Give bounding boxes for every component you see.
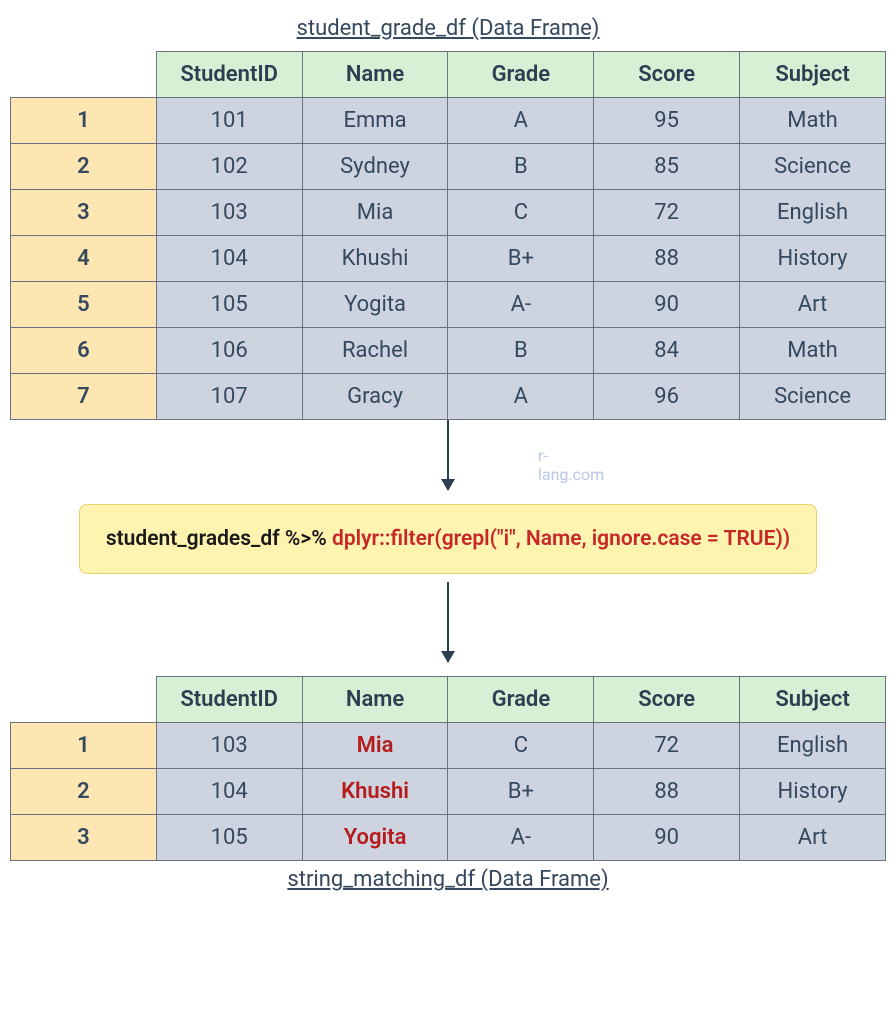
cell-studentid: 107 — [156, 374, 302, 420]
col-header: Name — [302, 52, 448, 98]
cell-subject: History — [740, 236, 886, 282]
cell-grade: A — [448, 374, 594, 420]
col-header: Subject — [740, 677, 886, 723]
cell-grade: A- — [448, 282, 594, 328]
result-table-caption: string_matching_df (Data Frame) — [287, 867, 608, 892]
cell-name: Khushi — [302, 236, 448, 282]
col-header: StudentID — [156, 52, 302, 98]
cell-score: 72 — [594, 190, 740, 236]
arrow-1-container: r-lang.com — [447, 420, 449, 490]
col-header: StudentID — [156, 677, 302, 723]
cell-grade: A — [448, 98, 594, 144]
cell-score: 72 — [594, 723, 740, 769]
source-table: StudentID Name Grade Score Subject 1101E… — [10, 51, 886, 420]
cell-subject: Science — [740, 374, 886, 420]
source-table-caption: student_grade_df (Data Frame) — [297, 16, 600, 41]
row-index: 3 — [11, 190, 157, 236]
cell-subject: English — [740, 190, 886, 236]
col-header: Grade — [448, 677, 594, 723]
cell-name: Gracy — [302, 374, 448, 420]
row-index: 6 — [11, 328, 157, 374]
cell-grade: B — [448, 328, 594, 374]
table-row: 2102SydneyB85Science — [11, 144, 886, 190]
cell-grade: C — [448, 723, 594, 769]
cell-studentid: 101 — [156, 98, 302, 144]
cell-score: 90 — [594, 815, 740, 861]
table-row: 1103MiaC72English — [11, 723, 886, 769]
col-header: Score — [594, 52, 740, 98]
cell-score: 96 — [594, 374, 740, 420]
code-prefix: student_grades_df %>% — [106, 527, 332, 551]
watermark-text: r-lang.com — [538, 446, 604, 484]
row-index: 2 — [11, 144, 157, 190]
cell-grade: C — [448, 190, 594, 236]
cell-subject: Math — [740, 98, 886, 144]
cell-name: Sydney — [302, 144, 448, 190]
cell-subject: Art — [740, 282, 886, 328]
cell-studentid: 106 — [156, 328, 302, 374]
cell-studentid: 104 — [156, 236, 302, 282]
cell-studentid: 104 — [156, 769, 302, 815]
cell-name: Mia — [302, 723, 448, 769]
cell-grade: A- — [448, 815, 594, 861]
row-index: 7 — [11, 374, 157, 420]
cell-score: 84 — [594, 328, 740, 374]
arrow-down-icon — [447, 582, 449, 662]
cell-grade: B+ — [448, 769, 594, 815]
code-expression: student_grades_df %>% dplyr::filter(grep… — [79, 504, 817, 574]
code-filter: dplyr::filter(grepl("i", Name, ignore.ca… — [332, 527, 790, 551]
table-row: 3105YogitaA-90Art — [11, 815, 886, 861]
cell-grade: B+ — [448, 236, 594, 282]
cell-name: Yogita — [302, 282, 448, 328]
cell-score: 88 — [594, 769, 740, 815]
cell-subject: English — [740, 723, 886, 769]
cell-grade: B — [448, 144, 594, 190]
cell-score: 95 — [594, 98, 740, 144]
table-row: 3103MiaC72English — [11, 190, 886, 236]
table-row: 5105YogitaA-90Art — [11, 282, 886, 328]
cell-score: 88 — [594, 236, 740, 282]
cell-score: 85 — [594, 144, 740, 190]
table-row: 2104KhushiB+88History — [11, 769, 886, 815]
diagram-root: student_grade_df (Data Frame) StudentID … — [10, 10, 886, 902]
cell-subject: Math — [740, 328, 886, 374]
cell-score: 90 — [594, 282, 740, 328]
row-index: 1 — [11, 723, 157, 769]
table-row: 6106RachelB84Math — [11, 328, 886, 374]
col-header: Grade — [448, 52, 594, 98]
col-header: Subject — [740, 52, 886, 98]
table-row: 4104KhushiB+88History — [11, 236, 886, 282]
cell-name: Mia — [302, 190, 448, 236]
result-table: StudentID Name Grade Score Subject 1103M… — [10, 676, 886, 861]
row-index: 2 — [11, 769, 157, 815]
cell-studentid: 105 — [156, 815, 302, 861]
cell-subject: Science — [740, 144, 886, 190]
row-index: 3 — [11, 815, 157, 861]
row-index: 1 — [11, 98, 157, 144]
cell-name: Yogita — [302, 815, 448, 861]
cell-studentid: 102 — [156, 144, 302, 190]
row-index: 5 — [11, 282, 157, 328]
cell-name: Khushi — [302, 769, 448, 815]
result-tbody: 1103MiaC72English2104KhushiB+88History31… — [11, 723, 886, 861]
col-header: Score — [594, 677, 740, 723]
cell-name: Rachel — [302, 328, 448, 374]
cell-subject: History — [740, 769, 886, 815]
row-index: 4 — [11, 236, 157, 282]
cell-studentid: 103 — [156, 723, 302, 769]
cell-studentid: 105 — [156, 282, 302, 328]
cell-studentid: 103 — [156, 190, 302, 236]
source-tbody: 1101EmmaA95Math2102SydneyB85Science3103M… — [11, 98, 886, 420]
cell-name: Emma — [302, 98, 448, 144]
cell-subject: Art — [740, 815, 886, 861]
table-row: 1101EmmaA95Math — [11, 98, 886, 144]
table-row: 7107GracyA96Science — [11, 374, 886, 420]
arrow-down-icon — [447, 420, 449, 490]
arrow-2-container — [447, 582, 449, 662]
col-header: Name — [302, 677, 448, 723]
